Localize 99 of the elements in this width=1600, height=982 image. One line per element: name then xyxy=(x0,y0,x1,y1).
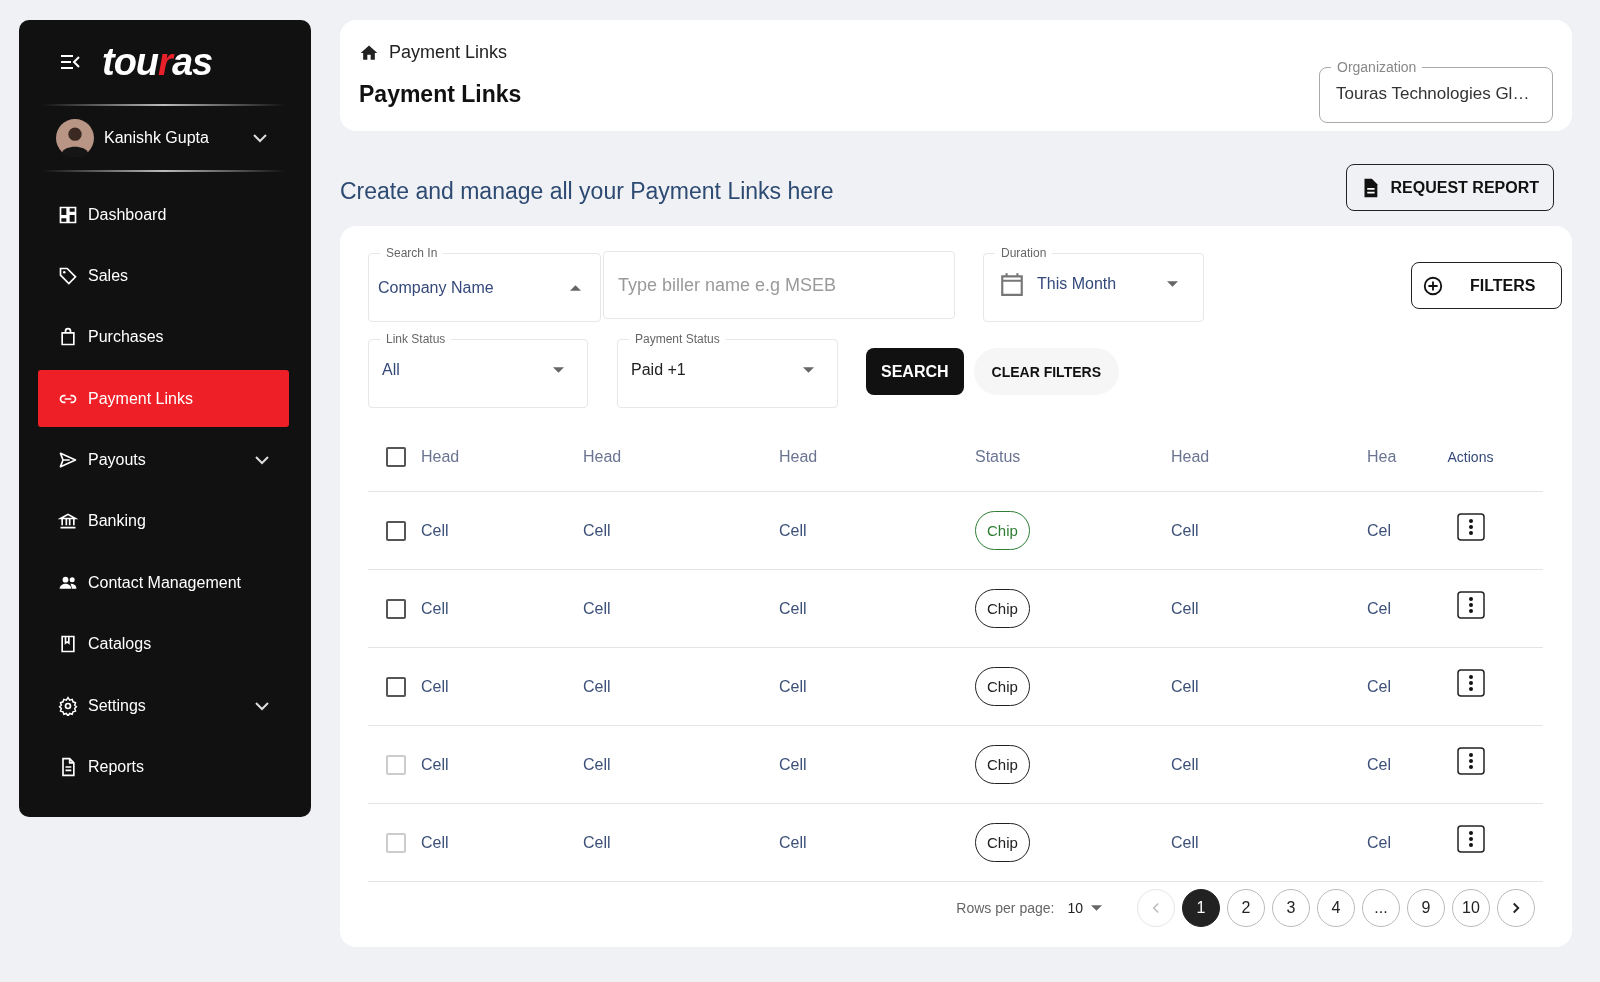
page-button[interactable]: 3 xyxy=(1272,888,1310,927)
field-value: All xyxy=(382,360,401,379)
more-icon[interactable] xyxy=(1456,512,1485,541)
organization-field[interactable]: Organization Touras Technologies Gl… xyxy=(1319,59,1553,123)
field-value: Touras Technologies Gl… xyxy=(1336,84,1530,103)
select-field[interactable]: Link Status All xyxy=(368,331,588,408)
table-cell: Cell xyxy=(421,521,449,540)
nav-item[interactable]: Sales xyxy=(38,247,289,305)
table-cell: Cel xyxy=(1367,833,1391,852)
search-button[interactable]: SEARCH xyxy=(866,348,964,395)
checkbox[interactable] xyxy=(386,520,406,541)
dashboard-icon xyxy=(58,204,78,225)
avatar xyxy=(56,119,94,157)
page-title: Payment Links xyxy=(359,81,522,108)
column-header: Head xyxy=(421,447,460,466)
search-field[interactable]: Type biller name e.g MSEB xyxy=(603,251,955,319)
status-chip: Chip xyxy=(975,667,1030,706)
column-header: Head xyxy=(1171,447,1210,466)
nav-item[interactable]: Catalogs xyxy=(38,615,289,673)
table-cell: Cell xyxy=(1171,599,1199,618)
checkbox[interactable] xyxy=(386,676,406,697)
more-icon[interactable] xyxy=(1456,668,1485,697)
table-cell: Cell xyxy=(1171,677,1199,696)
nav-item[interactable]: Dashboard xyxy=(38,186,289,243)
field-label: Payment Status xyxy=(629,331,726,347)
table-cell: Cel xyxy=(1367,521,1391,540)
calendar-icon xyxy=(999,270,1025,297)
page-button[interactable]: 10 xyxy=(1452,888,1490,927)
select-field[interactable]: Duration This Month xyxy=(983,245,1204,322)
table-cell: Cel xyxy=(1367,755,1391,774)
nav-item[interactable]: Payouts xyxy=(38,431,289,489)
status-chip: Chip xyxy=(975,589,1030,628)
select-field[interactable]: Payment Status Paid +1 xyxy=(617,331,838,408)
book-icon xyxy=(58,634,78,655)
table-cell: Cell xyxy=(421,599,449,618)
checkbox[interactable] xyxy=(386,598,406,619)
rows-per-page-label: Rows per page: xyxy=(956,899,1055,916)
user-menu[interactable]: Kanishk Gupta xyxy=(38,106,289,170)
column-header: Status xyxy=(975,447,1021,466)
field-value: Company Name xyxy=(378,278,495,297)
table-cell: Cell xyxy=(779,521,807,540)
page-button[interactable]: 1 xyxy=(1182,888,1220,927)
select-field[interactable]: Search In Company Name xyxy=(368,245,601,322)
column-header: Head xyxy=(583,447,622,466)
page-heading: Create and manage all your Payment Links here xyxy=(340,177,834,205)
more-icon[interactable] xyxy=(1456,746,1485,775)
field-value: Paid +1 xyxy=(631,360,687,379)
table-cell: Cel xyxy=(1367,599,1391,618)
caret-icon xyxy=(1091,904,1102,911)
request-report-button[interactable]: REQUEST REPORT xyxy=(1345,164,1554,211)
table-cell: Cell xyxy=(583,833,611,852)
table-cell: Cell xyxy=(779,833,807,852)
table-cell: Cell xyxy=(1171,755,1199,774)
send-icon xyxy=(58,450,78,471)
status-chip: Chip xyxy=(975,823,1030,862)
table-cell: Cell xyxy=(421,833,449,852)
more-icon[interactable] xyxy=(1456,824,1485,853)
table-cell: Cel xyxy=(1367,677,1391,696)
clear-filters-button[interactable]: CLEAR FILTERS xyxy=(973,348,1119,395)
table-cell: Cell xyxy=(1171,833,1199,852)
status-chip: Chip xyxy=(975,745,1030,784)
page-button[interactable]: 2 xyxy=(1227,888,1265,927)
nav-item[interactable]: Banking xyxy=(38,492,289,550)
table-cell: Cell xyxy=(583,521,611,540)
column-header: Hea xyxy=(1367,447,1397,466)
page-button[interactable]: ... xyxy=(1362,888,1400,927)
table-cell: Cell xyxy=(779,677,807,696)
nav-item[interactable]: Payment Links xyxy=(38,370,289,428)
user-name: Kanishk Gupta xyxy=(104,129,210,147)
bank-icon xyxy=(58,511,78,532)
nav-item[interactable]: Reports xyxy=(38,738,289,796)
rows-per-page-select[interactable]: 10 xyxy=(1067,899,1102,916)
filters-button[interactable]: FILTERS xyxy=(1411,262,1562,309)
bag-icon xyxy=(58,327,78,348)
settings-icon xyxy=(58,695,78,716)
table-cell: Cell xyxy=(779,755,807,774)
more-icon[interactable] xyxy=(1456,590,1485,619)
table-cell: Cell xyxy=(1171,521,1199,540)
tag-icon xyxy=(58,265,78,286)
table-cell: Cell xyxy=(421,677,449,696)
nav-item[interactable]: Settings xyxy=(38,677,289,735)
table-cell: Cell xyxy=(583,599,611,618)
table-cell: Cell xyxy=(421,755,449,774)
nav-item[interactable]: Purchases xyxy=(38,308,289,366)
checkbox[interactable] xyxy=(386,446,406,467)
table-cell: Cell xyxy=(583,677,611,696)
breadcrumb-link[interactable]: Payment Links xyxy=(389,42,508,63)
table-cell: Cell xyxy=(779,599,807,618)
nav-item[interactable]: Contact Management xyxy=(38,554,289,612)
column-header: Head xyxy=(779,447,818,466)
logo: touras xyxy=(102,40,213,84)
column-header: Actions xyxy=(1447,448,1494,465)
table-cell: Cell xyxy=(583,755,611,774)
plus-circle-icon xyxy=(1422,274,1444,297)
field-value: This Month xyxy=(1037,274,1118,293)
page-button[interactable]: 4 xyxy=(1317,888,1355,927)
field-label: Organization xyxy=(1331,59,1423,75)
page-button[interactable]: 9 xyxy=(1407,888,1445,927)
status-chip: Chip xyxy=(975,511,1030,550)
